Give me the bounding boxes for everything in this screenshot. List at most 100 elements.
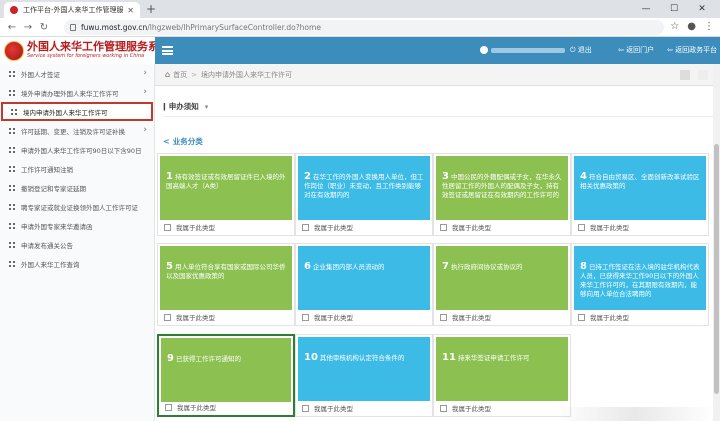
back-home-link[interactable]: ⇦ 返回门户 (618, 45, 654, 55)
card-checkbox-row[interactable]: 我属于此类型 (440, 312, 491, 322)
category-card[interactable]: 10 其他审核机构认定符合条件的我属于此类型 (295, 334, 433, 417)
address-bar: ← → ↻ fuwu.most.gov.cn /lhgzweb/lhPrimar… (0, 18, 720, 37)
menu-toggle-icon[interactable] (162, 46, 173, 55)
card-number: 3 (442, 171, 449, 182)
card-number: 7 (442, 261, 449, 272)
checkbox[interactable] (164, 313, 171, 321)
card-body[interactable]: 5 用人单位符合享有国家或国际公司华侨以及国家优惠政策的 (160, 246, 292, 310)
sidebar-item[interactable]: 工作许可通知注销 (0, 159, 154, 178)
card-body[interactable]: 1 持有效签证或有效居留证件已入境的外国高端人才（A类） (160, 156, 292, 220)
card-body[interactable]: 9 已获得工作许可通知的 (161, 338, 291, 402)
card-body[interactable]: 4 符合自由贸易区、全面创新改革试验区相关优惠政策的 (574, 156, 706, 220)
checkbox[interactable] (302, 223, 309, 231)
tab-close-icon[interactable]: ✕ (127, 6, 134, 15)
card-body[interactable]: 2 在华工作的外国人变换用人单位，但工作岗位（职业）未变动，且工作类别能够对在有效… (298, 156, 430, 220)
main-content: ⌂ 首页 > 境内申请外国人来华工作许可 ǀ 申办须知 ▾ < 业务分类 1 持有… (155, 64, 720, 421)
checkbox-label: 我属于此类型 (452, 224, 491, 232)
notice-icon: ǀ (163, 102, 166, 111)
sidebar-item[interactable]: 许可延期、变更、注销及许可证补换 › (0, 121, 154, 140)
checkbox[interactable] (440, 404, 447, 412)
national-emblem-icon (4, 40, 24, 61)
checkbox[interactable] (440, 313, 447, 321)
checkbox[interactable] (302, 404, 309, 412)
checkbox-label: 我属于此类型 (176, 224, 215, 232)
maximize-icon[interactable]: ☐ (660, 0, 688, 18)
back-arrow-icon[interactable]: ← (4, 22, 20, 33)
breadcrumb-home[interactable]: 首页 (173, 70, 187, 80)
card-checkbox-row[interactable]: 我属于此类型 (578, 222, 629, 232)
card-body[interactable]: 3 中国公民的外籍配偶或子女，在华永久性居留工作的外国人的配偶及子女，持有效签证或… (436, 156, 568, 220)
scrollbar[interactable] (713, 64, 720, 421)
sidebar-item[interactable]: 外国人来华工作查询 (0, 254, 154, 273)
url-host: fuwu.most.gov.cn (81, 23, 148, 32)
category-card[interactable]: 9 已获得工作许可通知的 我属于此类型 (157, 334, 295, 417)
sidebar-item[interactable]: 申请外国专家来华邀请函 (0, 216, 154, 235)
category-heading: < 业务分类 (163, 136, 203, 147)
decoration-icon (680, 70, 690, 80)
card-checkbox-row[interactable]: 我属于此类型 (440, 222, 491, 232)
card-checkbox-row[interactable]: 我属于此类型 (578, 312, 629, 322)
browser-menu-icon[interactable]: ⋮ (704, 19, 714, 35)
checkbox[interactable] (164, 223, 171, 231)
checkbox[interactable] (578, 313, 585, 321)
sidebar-item[interactable]: 申请外国人来华工作许可90日以下含90日 (0, 140, 154, 159)
card-checkbox-row[interactable]: 我属于此类型 (440, 403, 491, 413)
card-checkbox-row[interactable]: 我属于此类型 (302, 403, 353, 413)
card-checkbox-row[interactable]: 我属于此类型 (165, 402, 216, 412)
share-icon: < (163, 137, 170, 146)
window-close-icon[interactable]: ✕ (688, 0, 716, 18)
back-platform-link[interactable]: ⇦ 返回政务平台 (667, 45, 717, 55)
checkbox-label: 我属于此类型 (452, 405, 491, 413)
category-card[interactable]: 7 执行政府间协议或协议的我属于此类型 (433, 243, 571, 326)
grid-icon (9, 127, 15, 134)
card-checkbox-row[interactable]: 我属于此类型 (164, 312, 215, 322)
browser-tab[interactable]: 工作平台-外国人来华工作管理服... ✕ (4, 2, 140, 18)
category-card[interactable]: 8 已持工作签证在法入境的驻华机构代表人员，已获得来华工作90日以下的外国人来华工… (571, 243, 709, 326)
category-card[interactable]: 6 企业集团内部人员流动的我属于此类型 (295, 243, 433, 326)
sidebar-item[interactable]: 境内申请外国人来华工作许可 (1, 102, 153, 121)
sidebar-item[interactable]: 撤销登记和专家证延期 (0, 178, 154, 197)
sidebar-item[interactable]: 聘专家证或就业证换领外国人工作许可证 (0, 197, 154, 216)
card-number: 6 (304, 261, 311, 272)
forward-arrow-icon[interactable]: → (20, 22, 36, 33)
breadcrumb: ⌂ 首页 > 境内申请外国人来华工作许可 (155, 64, 720, 86)
grid-icon (9, 165, 15, 172)
sidebar-item[interactable]: 境外申请办理外国人来华工作许可 › (0, 83, 154, 102)
checkbox[interactable] (165, 403, 172, 411)
category-card[interactable]: 5 用人单位符合享有国家或国际公司华侨以及国家优惠政策的我属于此类型 (157, 243, 295, 326)
new-tab-icon[interactable]: + (146, 2, 156, 16)
category-card[interactable]: 3 中国公民的外籍配偶或子女，在华永久性居留工作的外国人的配偶及子女，持有效签证或… (433, 153, 571, 236)
tab-title: 工作平台-外国人来华工作管理服... (23, 6, 124, 14)
card-body[interactable]: 8 已持工作签证在法入境的驻华机构代表人员，已获得来华工作90日以下的外国人来华工… (574, 246, 706, 310)
profile-icon[interactable]: ● (687, 19, 696, 35)
card-checkbox-row[interactable]: 我属于此类型 (302, 312, 353, 322)
checkbox-label: 我属于此类型 (176, 314, 215, 322)
sidebar-item[interactable]: 外国人才签证 › (0, 64, 154, 83)
category-card[interactable]: 1 持有效签证或有效居留证件已入境的外国高端人才（A类） 我属于此类型 (157, 153, 295, 236)
card-checkbox-row[interactable]: 我属于此类型 (302, 222, 353, 232)
url-input[interactable]: fuwu.most.gov.cn /lhgzweb/lhPrimarySurfa… (64, 20, 664, 35)
checkbox[interactable] (440, 223, 447, 231)
category-card[interactable]: 11 持来华签证申请工作许可我属于此类型 (433, 334, 571, 417)
bookmark-star-icon[interactable]: ☆ (670, 19, 679, 35)
reload-icon[interactable]: ↻ (36, 22, 52, 33)
card-body[interactable]: 10 其他审核机构认定符合条件的 (298, 337, 430, 401)
scrollbar-thumb[interactable] (714, 144, 719, 394)
category-title: 业务分类 (172, 137, 203, 146)
checkbox-label: 我属于此类型 (314, 405, 353, 413)
app-logo[interactable]: 外国人来华工作管理服务系统 Service system for foreign… (0, 37, 170, 64)
checkbox[interactable] (578, 223, 585, 231)
logout-link[interactable]: ⏻ 退出 (570, 45, 592, 55)
sidebar-item-label: 申请外国人来华工作许可90日以下含90日 (21, 146, 142, 155)
card-body[interactable]: 7 执行政府间协议或协议的 (436, 246, 568, 310)
category-card[interactable]: 4 符合自由贸易区、全面创新改革试验区相关优惠政策的我属于此类型 (571, 153, 709, 236)
category-card[interactable]: 2 在华工作的外国人变换用人单位，但工作岗位（职业）未变动，且工作类别能够对在有效… (295, 153, 433, 236)
checkbox[interactable] (302, 313, 309, 321)
user-info[interactable] (480, 46, 565, 54)
sidebar-item[interactable]: 申请发布通关公告 (0, 235, 154, 254)
card-checkbox-row[interactable]: 我属于此类型 (164, 222, 215, 232)
card-body[interactable]: 6 企业集团内部人员流动的 (298, 246, 430, 310)
card-body[interactable]: 11 持来华签证申请工作许可 (436, 337, 568, 401)
notice-section-toggle[interactable]: ǀ 申办须知 ▾ (163, 101, 208, 112)
minimize-icon[interactable]: — (632, 0, 660, 18)
